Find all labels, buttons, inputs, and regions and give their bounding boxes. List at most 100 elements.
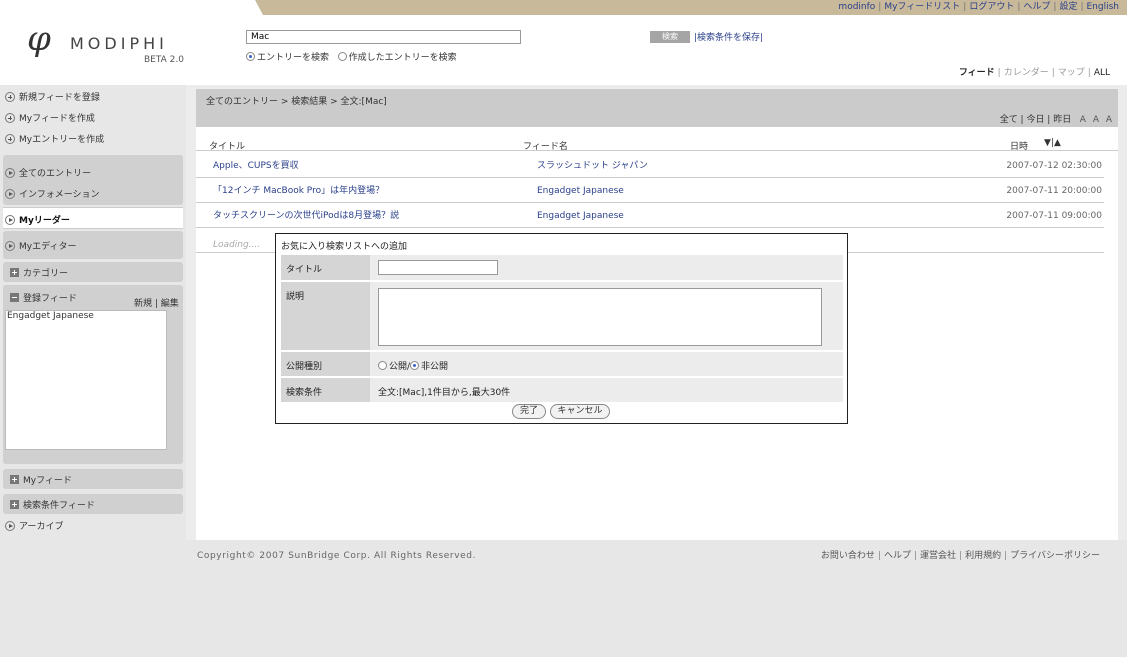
toplink-myfeedlist[interactable]: Myフィードリスト [884,2,960,12]
sidebar-search-feed[interactable]: 検索条件フィード [10,498,95,511]
entry-title[interactable]: 「12インチ MacBook Pro」は年内登場？ [213,179,384,203]
dialog-title: お気に入り検索リストへの追加 [281,242,408,252]
entry-title[interactable]: Apple、CUPSを買収 [213,154,299,178]
dialog-label-title: タイトル [281,255,370,280]
loading-text: Loading.... [213,240,261,250]
footer-contact[interactable]: お問い合わせ [821,551,875,561]
footer-help[interactable]: ヘルプ [884,551,911,561]
radio-search-entries-label: エントリーを検索 [257,53,330,63]
collapse-icon [10,293,19,302]
arrow-circle-icon [5,521,15,531]
table-row: タッチスクリーンの次世代iPodは8月登場？説 Engadget Japanes… [196,204,1104,228]
tab-feed[interactable]: フィード [959,68,995,78]
logo-phi-icon[interactable]: φ [27,21,51,57]
search-input[interactable] [246,30,521,44]
breadcrumb-bar: 全てのエントリー > 検索結果 > 全文:[Mac] 全て | 今日 | 昨日 … [196,89,1118,127]
expand-icon [10,268,19,277]
arrow-circle-icon [5,189,15,199]
toplink-settings[interactable]: 設定 [1059,2,1077,12]
dialog-condition-value: 全文:[Mac],1件目から,最大30件 [378,388,511,398]
plus-circle-icon [5,134,15,144]
sidebar-create-myfeed[interactable]: Myフィードを作成 [5,111,95,124]
dialog-desc-textarea[interactable] [378,288,822,346]
sidebar-myreader[interactable]: Myリーダー [5,213,70,226]
toplink-help[interactable]: ヘルプ [1023,2,1050,12]
top-links: modinfo | Myフィードリスト | ログアウト | ヘルプ | 設定 | English [838,2,1120,12]
table-row: Apple、CUPSを買収 スラッシュドット ジャパン 2007-07-12 0… [196,154,1104,178]
toplink-english[interactable]: English [1087,2,1120,12]
sidebar: 新規フィードを登録 Myフィードを作成 Myエントリーを作成 全てのエントリー … [0,85,186,540]
toplink-logout[interactable]: ログアウト [969,2,1014,12]
sidebar-create-myentry[interactable]: Myエントリーを作成 [5,132,104,145]
dialog-label-desc: 説明 [281,282,370,350]
arrow-circle-icon [5,168,15,178]
plus-circle-icon [5,92,15,102]
dialog-row-condition: 検索条件 全文:[Mac],1件目から,最大30件 [281,378,843,403]
entry-date: 2007-07-12 02:30:00 [1006,161,1102,171]
entry-feed[interactable]: スラッシュドット ジャパン [537,154,648,178]
sidebar-new-edit[interactable]: 新規 | 編集 [134,296,179,309]
view-tabs: フィード | カレンダー | マップ | ALL [958,68,1110,78]
dialog-title-input[interactable] [378,260,498,275]
arrow-circle-icon [5,215,15,225]
entry-feed[interactable]: Engadget Japanese [537,204,624,228]
sidebar-registered-feed[interactable]: 登録フィード [10,291,77,304]
search-options: エントリーを検索 作成したエントリーを検索 [246,50,457,63]
dialog-cancel-button[interactable]: キャンセル [550,404,610,419]
copyright: Copyright© 2007 SunBridge Corp. All Righ… [197,551,477,561]
dialog-row-desc: 説明 [281,282,843,351]
favorite-search-dialog: お気に入り検索リストへの追加 タイトル 説明 公開種別 公開/非公開 検索条件 … [275,233,848,424]
entry-date: 2007-07-11 09:00:00 [1006,211,1102,221]
footer-terms[interactable]: 利用規約 [965,551,1001,561]
radio-public[interactable] [378,361,387,370]
save-search-link[interactable]: |検索条件を保存| [694,30,763,43]
radio-private[interactable] [410,361,420,370]
dialog-row-title: タイトル [281,255,843,281]
arrow-circle-icon [5,241,15,251]
dialog-label-condition: 検索条件 [281,378,370,402]
search-button[interactable]: 検索 [650,31,690,43]
tab-all[interactable]: ALL [1094,68,1110,78]
dialog-done-button[interactable]: 完了 [512,404,546,419]
logo-name[interactable]: MODIPHI [70,35,168,53]
col-date[interactable]: 日時 [1010,139,1028,152]
sidebar-register-feed[interactable]: 新規フィードを登録 [5,90,100,103]
plus-circle-icon [5,113,15,123]
sidebar-information[interactable]: インフォメーション [5,187,100,200]
sidebar-archive[interactable]: アーカイブ [5,519,63,532]
radio-search-created[interactable] [337,52,347,61]
logo-beta: BETA 2.0 [144,55,184,65]
tab-map[interactable]: マップ [1058,68,1085,78]
col-feed[interactable]: フィード名 [523,139,568,152]
date-filter-links[interactable]: 全て | 今日 | 昨日 [1000,115,1072,125]
col-title[interactable]: タイトル [209,139,245,152]
radio-search-entries[interactable] [246,52,255,61]
entry-title[interactable]: タッチスクリーンの次世代iPodは8月登場？説 [213,204,399,228]
footer-privacy[interactable]: プライバシーポリシー [1010,551,1100,561]
footer-links: お問い合わせ | ヘルプ | 運営会社 | 利用規約 | プライバシーポリシー [820,551,1100,561]
expand-icon [10,475,19,484]
breadcrumb: 全てのエントリー > 検索結果 > 全文:[Mac] [206,97,387,107]
sidebar-myfeed[interactable]: Myフィード [10,473,72,486]
font-size-toggle[interactable]: A A A [1080,115,1114,125]
table-header: タイトル フィード名 日時 ▼|▲ [196,133,1118,152]
table-row: 「12インチ MacBook Pro」は年内登場？ Engadget Japan… [196,179,1104,203]
entry-date: 2007-07-11 20:00:00 [1006,186,1102,196]
header: φ MODIPHI BETA 2.0 エントリーを検索 作成したエントリーを検索… [0,15,1127,85]
entry-feed[interactable]: Engadget Japanese [537,179,624,203]
sort-toggle[interactable]: ▼|▲ [1044,138,1061,148]
sidebar-category[interactable]: カテゴリー [10,266,68,279]
registered-feed-item[interactable]: Engadget Japanese [7,311,94,321]
registered-feed-list [5,310,167,450]
dialog-row-public: 公開種別 公開/非公開 [281,352,843,377]
expand-icon [10,500,19,509]
dialog-label-public: 公開種別 [281,352,370,376]
dialog-public-options: 公開/非公開 [378,359,448,372]
sidebar-myeditor[interactable]: Myエディター [5,239,76,252]
date-filter: 全て | 今日 | 昨日 A A A [1000,112,1114,125]
toplink-modinfo[interactable]: modinfo [838,2,875,12]
tab-calendar[interactable]: カレンダー [1004,68,1049,78]
sidebar-all-entries[interactable]: 全てのエントリー [5,166,91,179]
footer-company[interactable]: 運営会社 [920,551,956,561]
radio-search-created-label: 作成したエントリーを検索 [348,53,457,63]
